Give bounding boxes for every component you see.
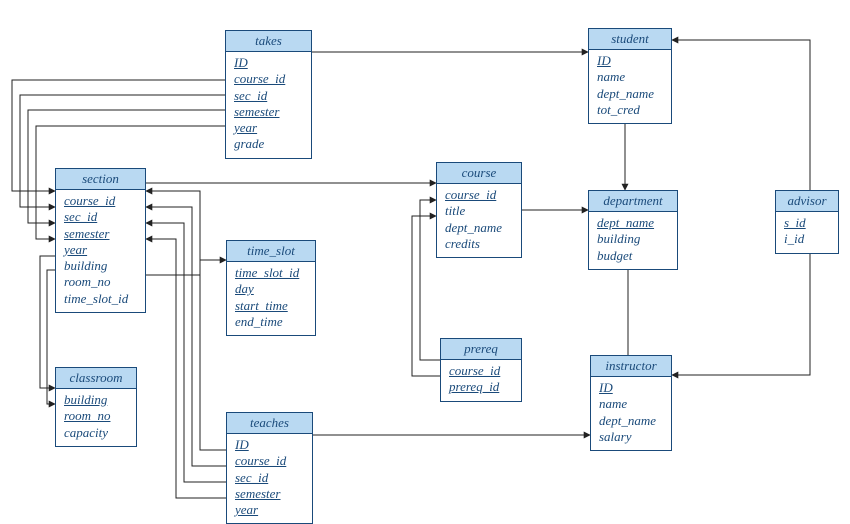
attr: dept_name: [599, 413, 663, 429]
attr: name: [597, 69, 663, 85]
attr: dept_name: [445, 220, 513, 236]
entity-prereq: prereq course_id prereq_id: [440, 338, 522, 402]
entity-student: student ID name dept_name tot_cred: [588, 28, 672, 124]
attr: building: [597, 231, 669, 247]
attr: ID: [599, 380, 663, 396]
attr: sec_id: [234, 88, 303, 104]
attr: capacity: [64, 425, 128, 441]
entity-takes: takes ID course_id sec_id semester year …: [225, 30, 312, 159]
attr: end_time: [235, 314, 307, 330]
attr: prereq_id: [449, 379, 513, 395]
attr: budget: [597, 248, 669, 264]
attr: i_id: [784, 231, 830, 247]
entity-title: teaches: [227, 413, 312, 434]
attr: semester: [64, 226, 137, 242]
attr: salary: [599, 429, 663, 445]
attr: time_slot_id: [235, 265, 307, 281]
attr: start_time: [235, 298, 307, 314]
attr: building: [64, 392, 128, 408]
entity-course: course course_id title dept_name credits: [436, 162, 522, 258]
attr: sec_id: [235, 470, 304, 486]
attr: course_id: [234, 71, 303, 87]
entity-title: time_slot: [227, 241, 315, 262]
entity-title: course: [437, 163, 521, 184]
entity-teaches: teaches ID course_id sec_id semester yea…: [226, 412, 313, 524]
attr: semester: [235, 486, 304, 502]
attr: s_id: [784, 215, 830, 231]
attr: course_id: [235, 453, 304, 469]
entity-title: student: [589, 29, 671, 50]
attr: dept_name: [597, 215, 669, 231]
attr: year: [235, 502, 304, 518]
attr: ID: [235, 437, 304, 453]
entity-title: advisor: [776, 191, 838, 212]
entity-title: classroom: [56, 368, 136, 389]
attr: credits: [445, 236, 513, 252]
attr: semester: [234, 104, 303, 120]
attr: title: [445, 203, 513, 219]
entity-classroom: classroom building room_no capacity: [55, 367, 137, 447]
attr: sec_id: [64, 209, 137, 225]
entity-section: section course_id sec_id semester year b…: [55, 168, 146, 313]
attr: dept_name: [597, 86, 663, 102]
entity-title: department: [589, 191, 677, 212]
attr: time_slot_id: [64, 291, 137, 307]
entity-department: department dept_name building budget: [588, 190, 678, 270]
attr: course_id: [445, 187, 513, 203]
entity-title: takes: [226, 31, 311, 52]
entity-time-slot: time_slot time_slot_id day start_time en…: [226, 240, 316, 336]
entity-title: section: [56, 169, 145, 190]
attr: course_id: [449, 363, 513, 379]
attr: year: [234, 120, 303, 136]
attr: building: [64, 258, 137, 274]
entity-title: instructor: [591, 356, 671, 377]
attr: grade: [234, 136, 303, 152]
attr: day: [235, 281, 307, 297]
attr: year: [64, 242, 137, 258]
attr: name: [599, 396, 663, 412]
entity-advisor: advisor s_id i_id: [775, 190, 839, 254]
attr: room_no: [64, 274, 137, 290]
attr: course_id: [64, 193, 137, 209]
entity-instructor: instructor ID name dept_name salary: [590, 355, 672, 451]
entity-title: prereq: [441, 339, 521, 360]
attr: ID: [597, 53, 663, 69]
attr: room_no: [64, 408, 128, 424]
attr: ID: [234, 55, 303, 71]
attr: tot_cred: [597, 102, 663, 118]
